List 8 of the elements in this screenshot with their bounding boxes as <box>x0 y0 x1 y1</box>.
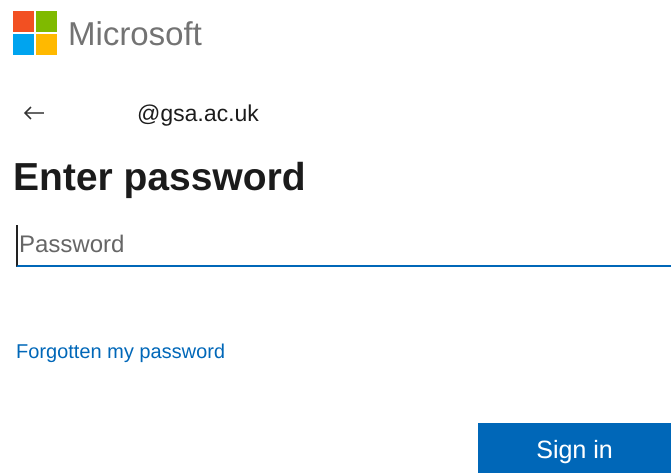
brand-name: Microsoft <box>68 16 202 50</box>
logo-icon <box>13 10 58 56</box>
account-email: @gsa.ac.uk <box>137 98 259 128</box>
sign-in-button[interactable]: Sign in <box>478 422 671 473</box>
password-field[interactable]: Password <box>16 224 671 267</box>
forgot-password-link[interactable]: Forgotten my password <box>16 336 225 367</box>
page-title: Enter password <box>13 155 307 201</box>
back-arrow-icon <box>23 106 45 120</box>
